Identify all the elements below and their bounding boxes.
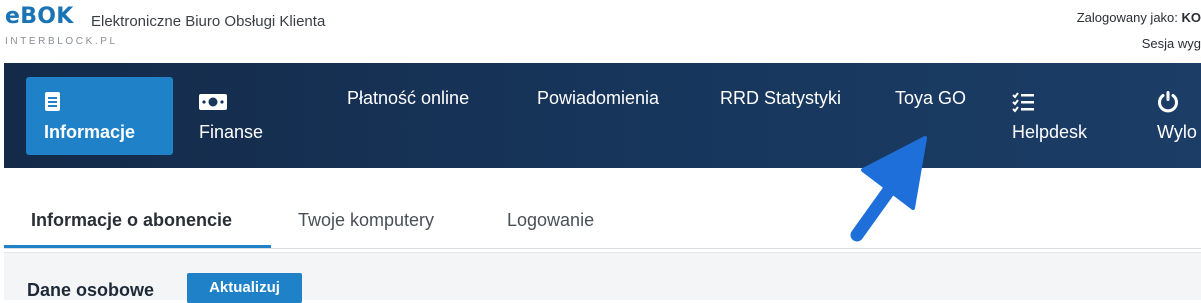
nav-item-platnosc-online[interactable]: Płatność online [334,77,489,155]
power-icon [1156,90,1180,119]
main-navbar: Informacje Finanse Płatność online Powia… [4,63,1201,168]
logged-username: KO [1182,10,1201,25]
nav-item-helpdesk[interactable]: Helpdesk [999,77,1109,155]
nav-label: Finanse [199,122,263,143]
brand-logo[interactable]: eBOK [5,4,74,29]
annotation-arrow [845,130,945,245]
nav-label: Toya GO [895,88,966,109]
nav-item-rrd-statystyki[interactable]: RRD Statystyki [707,77,857,155]
logged-prefix: Zalogowany jako: [1077,10,1182,25]
nav-label: RRD Statystyki [720,88,841,109]
tab-informacje-o-abonencie[interactable]: Informacje o abonencie [4,193,271,248]
top-header: eBOK Elektroniczne Biuro Obsługi Klienta… [0,0,1201,63]
banknote-icon [198,93,228,116]
tab-label: Logowanie [507,210,594,231]
nav-label: Helpdesk [1012,122,1087,143]
nav-label: Wylo [1157,122,1197,143]
section-title: Dane osobowe [27,280,154,301]
tab-label: Twoje komputery [298,210,434,231]
nav-item-wyloguj[interactable]: Wylo [1144,77,1201,155]
subtabs: Informacje o abonencie Twoje komputery L… [4,193,1201,249]
document-icon [43,91,63,118]
nav-label: Powiadomienia [537,88,659,109]
content-panel: Dane osobowe Aktualizuj [4,252,1201,300]
brand-subtitle: Elektroniczne Biuro Obsługi Klienta [91,13,325,30]
session-info: Sesja wyg [1142,36,1201,51]
nav-label: Informacje [44,122,135,143]
nav-label: Płatność online [347,88,469,109]
brand-domain: INTERBLOCK.PL [5,36,118,47]
tab-twoje-komputery[interactable]: Twoje komputery [271,193,476,248]
nav-item-informacje[interactable]: Informacje [26,77,173,155]
tab-logowanie[interactable]: Logowanie [480,193,630,248]
nav-item-powiadomienia[interactable]: Powiadomienia [524,77,674,155]
checklist-icon [1012,91,1036,118]
logged-user-info: Zalogowany jako: KO [1077,10,1201,25]
nav-item-finanse[interactable]: Finanse [186,77,286,155]
tab-label: Informacje o abonencie [31,210,232,231]
